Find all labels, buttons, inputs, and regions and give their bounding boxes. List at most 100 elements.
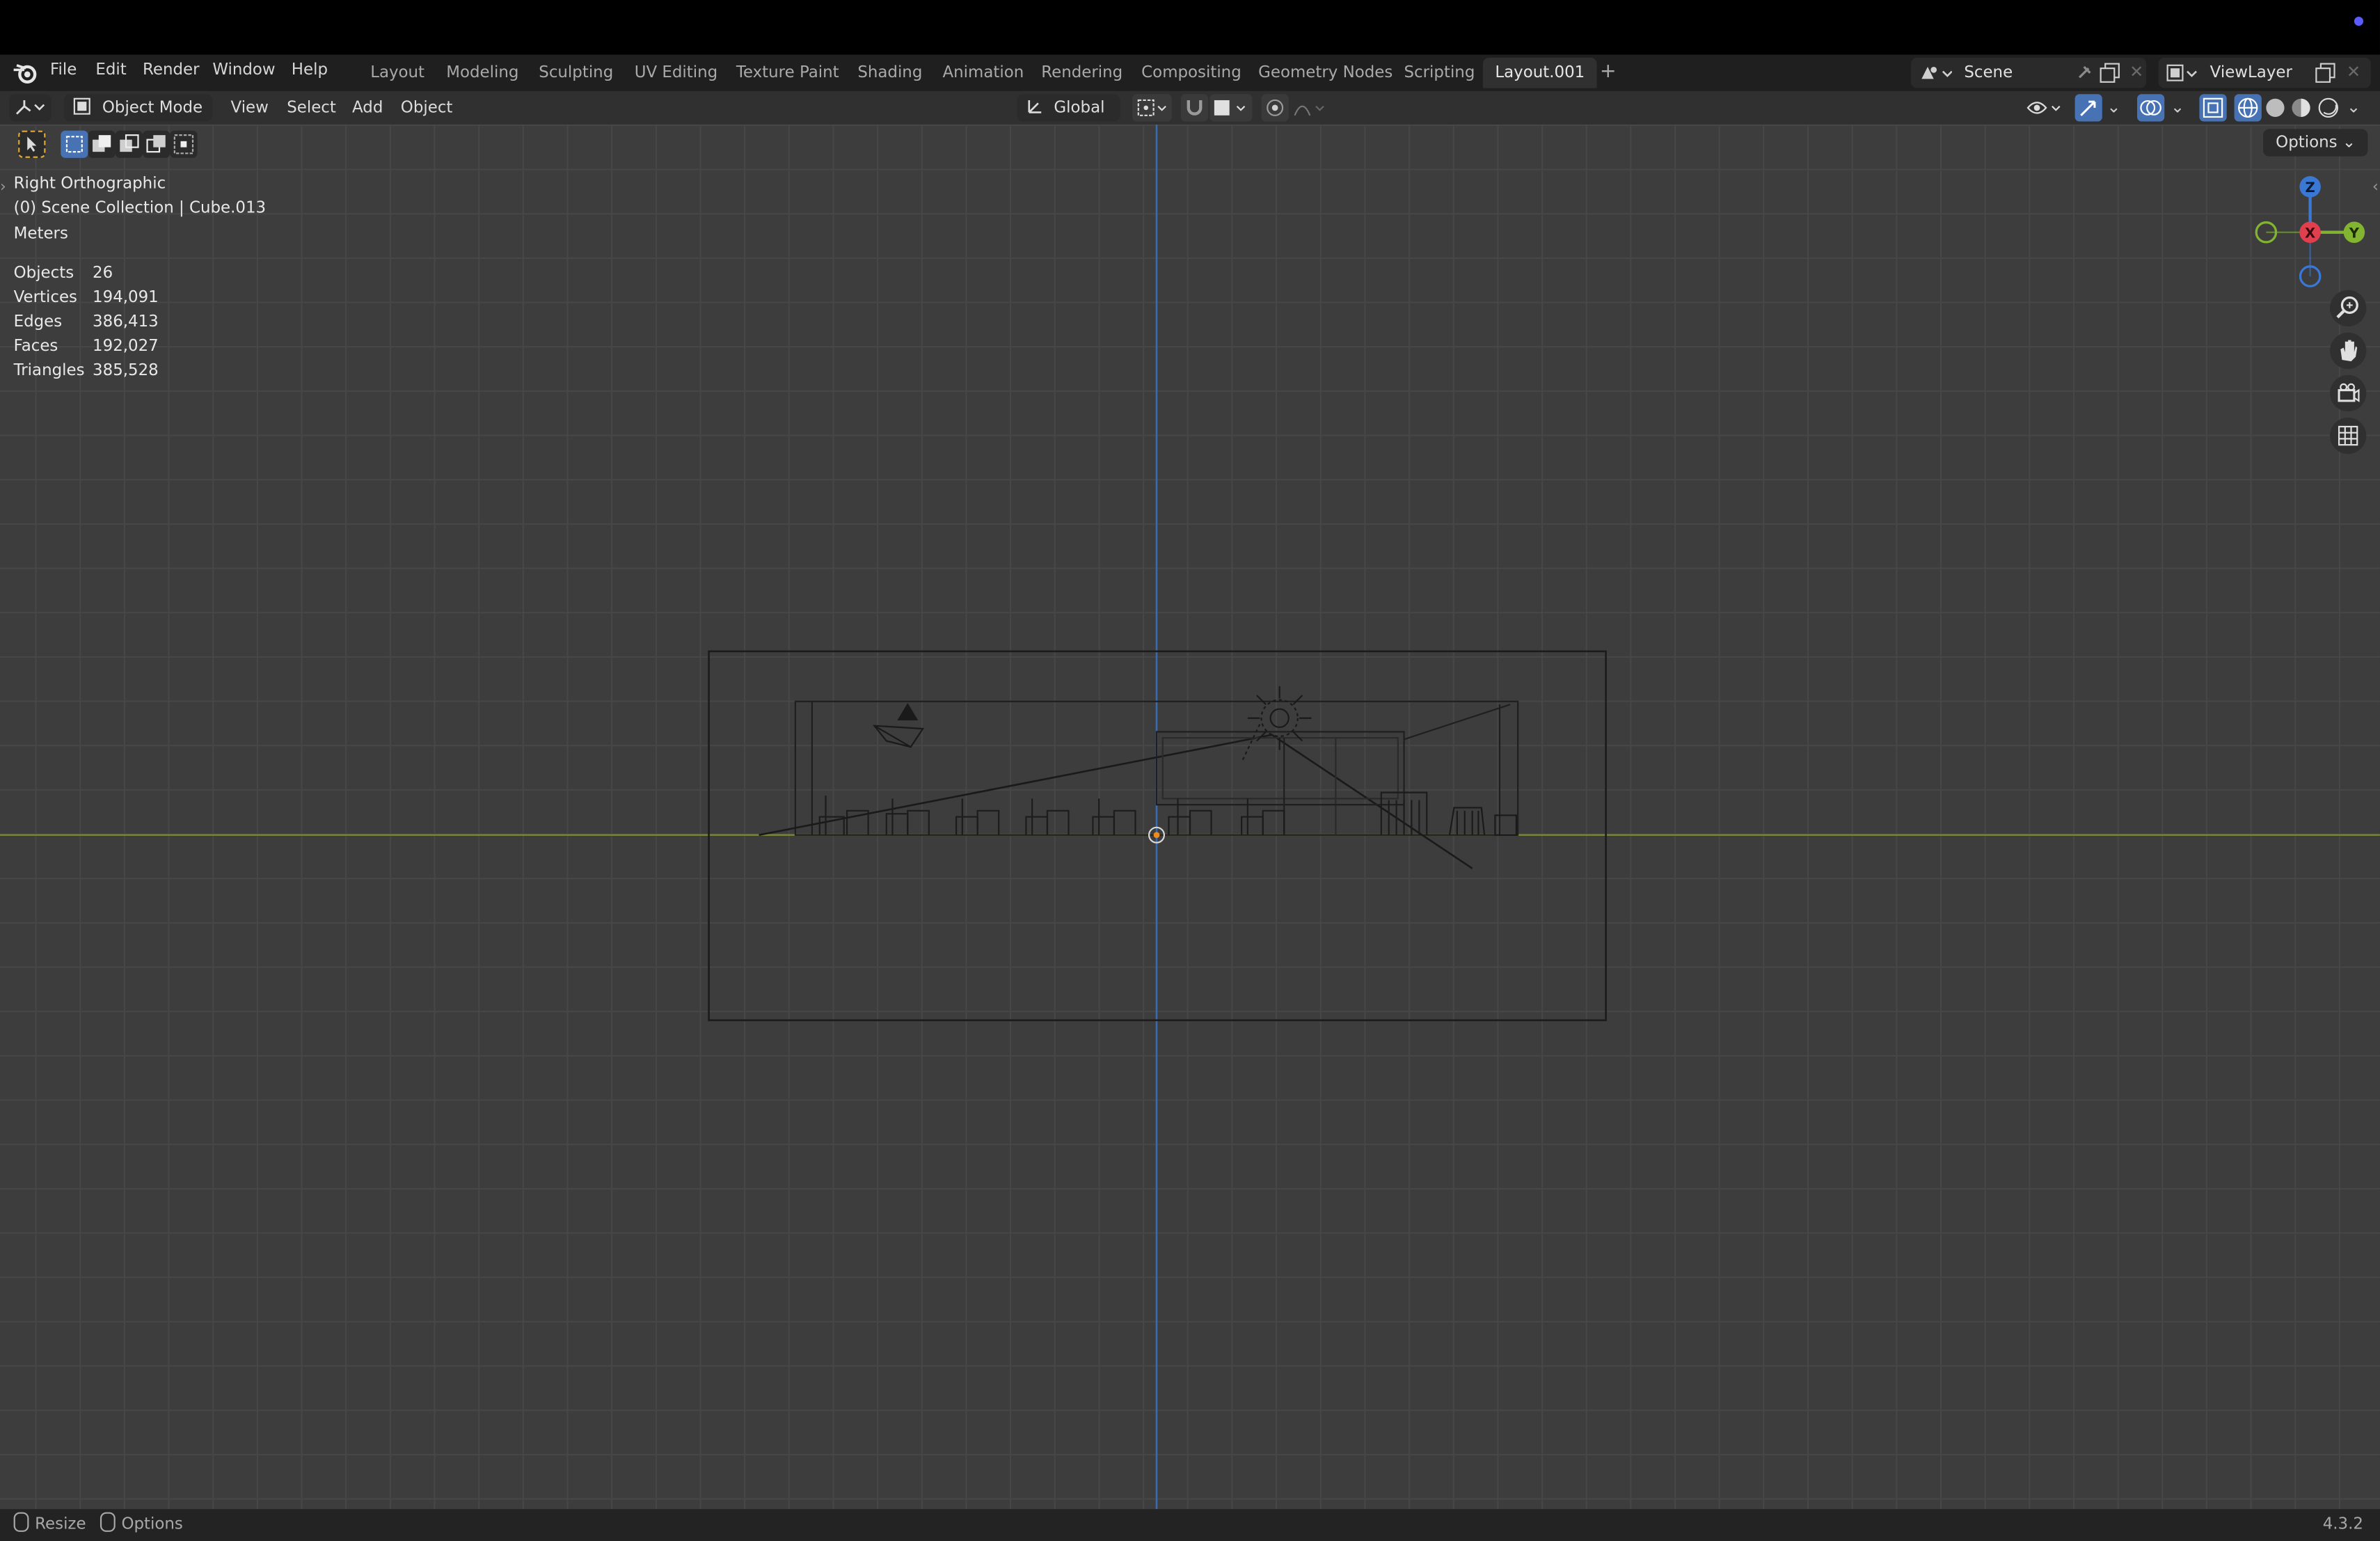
camera-icon [2338, 383, 2360, 402]
wireframe-shading-button[interactable] [2234, 94, 2262, 122]
perspective-toggle-button[interactable] [2329, 417, 2367, 455]
status-bar: Resize Options 4.3.2 [0, 1509, 2380, 1541]
scene-name: Scene [1964, 63, 2013, 82]
transform-orientation-selector[interactable]: Global ⌄ [1017, 94, 1120, 144]
duplicate-scene-icon[interactable] [2099, 62, 2120, 84]
gizmo-toggle[interactable] [2074, 94, 2102, 122]
tab-uv-editing[interactable]: UV Editing [622, 58, 729, 88]
material-preview-button[interactable] [2287, 94, 2315, 121]
gizmo-icon [2080, 100, 2096, 116]
zoom-button[interactable] [2329, 290, 2367, 326]
viewport-header: Object Mode ⌄ View Select Add Object Glo… [0, 90, 2380, 144]
sidebar-expand-chevron-icon[interactable]: ‹ [2372, 179, 2379, 196]
mouse-right-icon [100, 1512, 116, 1532]
menu-object[interactable]: Object [401, 94, 453, 121]
tab-texture-paint[interactable]: Texture Paint [724, 58, 851, 88]
stat-row: Vertices 194,091 [14, 285, 159, 310]
mode-new-button[interactable] [61, 130, 88, 158]
snap-toggle[interactable] [1180, 94, 1209, 122]
3d-view-icon [15, 100, 45, 115]
overlays-chevron-down-icon[interactable]: ⌄ [2171, 91, 2184, 125]
mode-selector[interactable]: Object Mode ⌄ [63, 94, 213, 144]
stat-label: Triangles [13, 361, 85, 380]
pin-icon[interactable] [2075, 64, 2093, 82]
mode-difference-button[interactable] [143, 130, 170, 158]
mode-extend-button[interactable] [88, 130, 116, 158]
blender-logo-icon[interactable] [12, 61, 39, 85]
overlays-icon [2140, 100, 2161, 116]
pan-button[interactable] [2329, 332, 2367, 370]
menu-file[interactable]: File [50, 61, 77, 79]
proportional-editing-toggle[interactable] [1261, 94, 1289, 122]
toolbar-expand-chevron-icon[interactable]: › [0, 179, 6, 196]
tab-layout-001[interactable]: Layout.001 [1482, 57, 1597, 88]
shading-chevron-down-icon[interactable]: ⌄ [2347, 91, 2361, 125]
tab-scripting[interactable]: Scripting [1392, 58, 1487, 88]
select-tool-button[interactable] [18, 130, 46, 158]
view-layer-selector[interactable]: ViewLayer ✕ [2158, 57, 2371, 88]
orientation-icon [1028, 100, 1042, 113]
material-sphere-icon [2292, 98, 2310, 117]
mode-subtract-button[interactable] [115, 130, 143, 158]
visibility-selector[interactable] [2025, 94, 2068, 121]
gizmo-y-label: Y [2349, 225, 2360, 241]
stat-row: Faces 192,027 [14, 334, 159, 358]
gizmo-z-label: Z [2306, 180, 2315, 196]
gizmo-chevron-down-icon[interactable]: ⌄ [2107, 91, 2120, 125]
mouse-left-icon [13, 1512, 29, 1532]
status-options-label: Options [121, 1515, 183, 1534]
tab-layout[interactable]: Layout [358, 58, 437, 88]
scene-icon [1921, 66, 1952, 79]
gizmo-x-label: X [2305, 225, 2315, 241]
tab-geometry-nodes[interactable]: Geometry Nodes [1246, 58, 1405, 88]
menu-select[interactable]: Select [287, 94, 336, 121]
title-bar [0, 0, 2380, 55]
duplicate-view-layer-icon[interactable] [2315, 62, 2336, 84]
editor-type-selector[interactable] [9, 94, 52, 122]
scene-statistics: Objects 26 Vertices 194,091 Edges 386,413 F… [14, 261, 159, 383]
xray-toggle[interactable] [2199, 94, 2227, 122]
scene-selector[interactable]: Scene ✕ [1911, 57, 2147, 88]
orientation-label: Global [1054, 98, 1105, 117]
viewport-options-button[interactable]: Options ⌄ [2263, 129, 2368, 157]
menu-window[interactable]: Window [212, 61, 275, 79]
view-layer-icon [2166, 64, 2197, 81]
pivot-point-button[interactable] [1132, 94, 1172, 122]
stat-value: 385,528 [93, 361, 159, 380]
menu-view[interactable]: View [231, 94, 269, 121]
status-resize-label: Resize [35, 1515, 86, 1534]
menu-edit[interactable]: Edit [95, 61, 126, 79]
select-difference-icon [146, 135, 166, 153]
delete-view-layer-icon[interactable]: ✕ [2347, 58, 2361, 88]
menu-add[interactable]: Add [352, 94, 383, 121]
solid-shading-button[interactable] [2262, 94, 2289, 121]
stat-label: Edges [13, 313, 63, 331]
tab-compositing[interactable]: Compositing [1129, 58, 1253, 88]
menu-help[interactable]: Help [292, 61, 328, 79]
snap-target-selector[interactable] [1209, 94, 1253, 122]
add-workspace-button[interactable]: + [1587, 58, 1628, 88]
tab-sculpting[interactable]: Sculpting [527, 58, 626, 88]
tab-modeling[interactable]: Modeling [434, 58, 531, 88]
stat-row: Triangles 385,528 [14, 358, 159, 383]
proportional-edit-icon [1267, 99, 1284, 116]
proportional-falloff-selector[interactable] [1290, 94, 1330, 121]
scene-wireframe [0, 124, 2380, 1510]
tab-animation[interactable]: Animation [930, 58, 1036, 88]
falloff-curve-icon [1294, 105, 1324, 116]
camera-view-button[interactable] [2329, 374, 2367, 412]
menu-render[interactable]: Render [143, 61, 200, 79]
delete-scene-icon[interactable]: ✕ [2129, 58, 2143, 88]
status-options: Options [100, 1509, 183, 1541]
navigation-gizmo[interactable]: Z Y X [2249, 171, 2370, 293]
magnet-icon [1187, 100, 1203, 116]
tab-rendering[interactable]: Rendering [1029, 58, 1135, 88]
tab-shading[interactable]: Shading [846, 58, 935, 88]
stat-value: 386,413 [93, 313, 159, 331]
mode-intersect-button[interactable] [170, 130, 198, 158]
overlays-toggle[interactable] [2136, 94, 2165, 122]
3d-viewport[interactable]: › ‹ Right Orthographic (0) Scene Collect… [0, 124, 2380, 1510]
object-mode-icon [73, 97, 90, 115]
zoom-icon [2336, 296, 2358, 319]
rendered-shading-button[interactable] [2315, 94, 2342, 121]
